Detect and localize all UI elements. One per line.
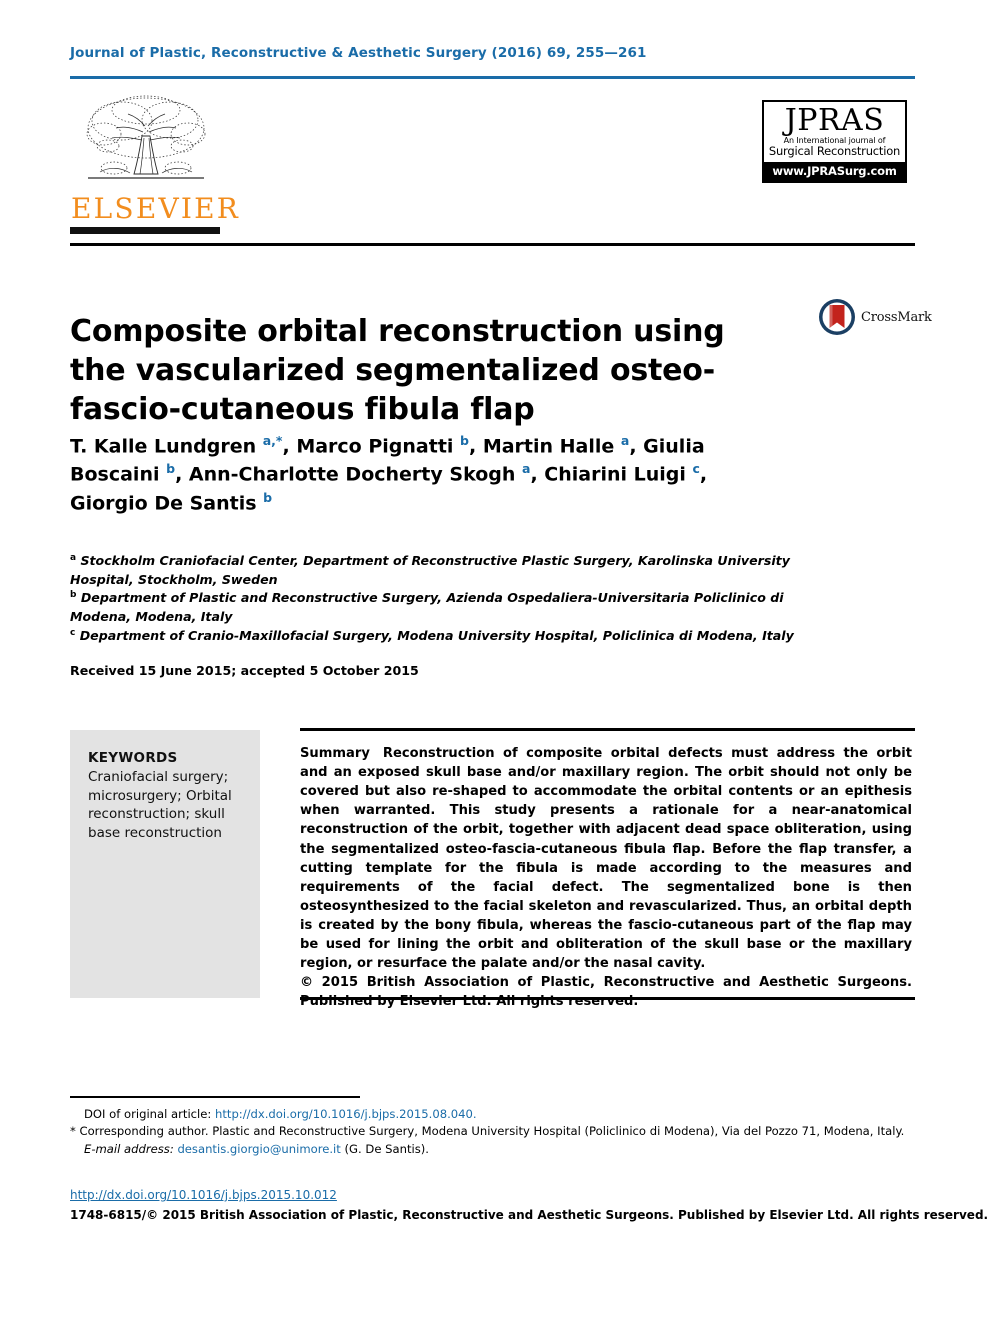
footnote-doi-original: DOI of original article: http://dx.doi.o… <box>70 1106 918 1122</box>
crossmark-badge[interactable]: CrossMark <box>818 298 932 336</box>
footnote-doi-link[interactable]: http://dx.doi.org/10.1016/j.bjps.2015.08… <box>215 1107 477 1121</box>
affiliation-list: a Stockholm Craniofacial Center, Departm… <box>70 553 794 644</box>
jpras-logo: JPRAS An International journal of Surgic… <box>762 100 907 183</box>
article-doi-link[interactable]: http://dx.doi.org/10.1016/j.bjps.2015.10… <box>70 1188 337 1202</box>
article-history: Received 15 June 2015; accepted 5 Octobe… <box>70 663 419 678</box>
jpras-url: www.JPRASurg.com <box>764 161 905 181</box>
abstract-top-rule <box>300 728 915 731</box>
keywords-heading: KEYWORDS <box>88 750 178 766</box>
crossmark-label: CrossMark <box>861 309 932 325</box>
footnote-email: E-mail address: desantis.giorgio@unimore… <box>70 1141 918 1157</box>
elsevier-tree-icon <box>86 95 206 179</box>
journal-citation-line: Journal of Plastic, Reconstructive & Aes… <box>70 45 647 61</box>
article-first-page: Journal of Plastic, Reconstructive & Aes… <box>0 0 992 1323</box>
jpras-logo-text: JPRAS An International journal of Surgic… <box>764 102 905 162</box>
footnotes: DOI of original article: http://dx.doi.o… <box>70 1106 918 1158</box>
title-section-rule <box>70 243 915 246</box>
footnote-corresponding-author: * Corresponding author. Plastic and Reco… <box>70 1124 905 1139</box>
abstract-label: Summary <box>300 746 370 761</box>
elsevier-logo: ELSEVIER <box>70 88 241 234</box>
abstract-copyright: © 2015 British Association of Plastic, R… <box>300 975 912 1010</box>
jpras-acronym: JPRAS <box>784 103 885 138</box>
footnote-doi-label: DOI of original article: <box>84 1107 212 1121</box>
keywords-text: Craniofacial surgery; microsurgery; Orbi… <box>88 769 232 841</box>
keywords-box: KEYWORDS Craniofacial surgery; microsurg… <box>70 730 260 998</box>
elsevier-wordmark: ELSEVIER <box>71 192 241 225</box>
header-rule <box>70 76 915 79</box>
footnote-rule <box>70 1096 360 1098</box>
author-list: T. Kalle Lundgren a,*, Marco Pignatti b,… <box>70 433 708 515</box>
jpras-subtitle-line2: Surgical Reconstruction <box>768 144 901 159</box>
footnote-email-suffix: (G. De Santis). <box>344 1141 429 1156</box>
page-title: Composite orbital reconstruction using t… <box>70 314 725 428</box>
abstract-body: Reconstruction of composite orbital defe… <box>300 746 912 972</box>
footnote-email-label: E-mail address: <box>84 1141 174 1156</box>
elsevier-bar <box>70 227 220 234</box>
abstract-section: Summary Reconstruction of composite orbit… <box>300 744 912 1012</box>
footnote-email-link[interactable]: desantis.giorgio@unimore.it <box>177 1142 340 1156</box>
bottom-copyright: 1748-6815/© 2015 British Association of … <box>70 1208 989 1222</box>
crossmark-icon <box>819 299 855 335</box>
abstract-bottom-rule <box>300 997 915 1000</box>
